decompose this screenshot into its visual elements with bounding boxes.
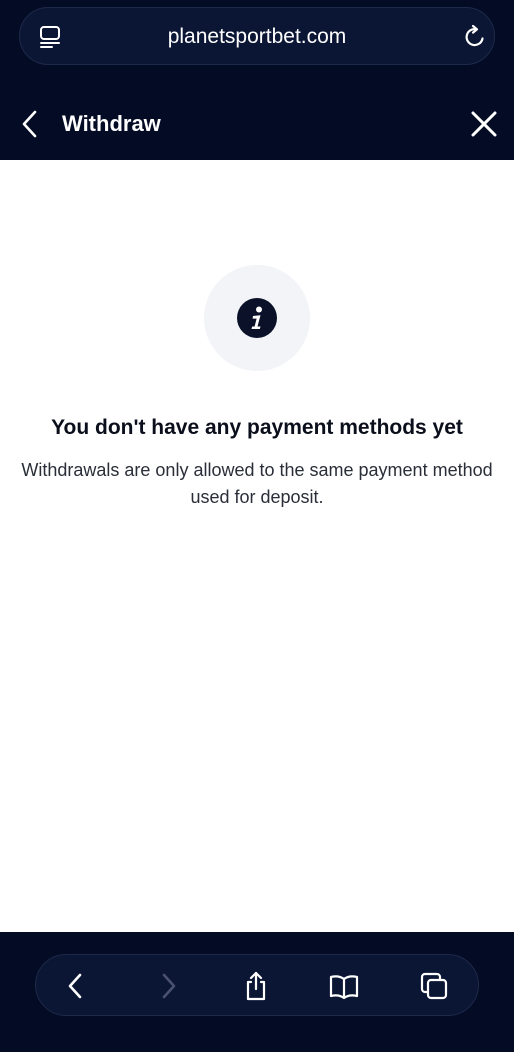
reload-icon[interactable] — [462, 24, 488, 50]
page-header: Withdraw — [0, 96, 514, 152]
browser-bottom-bar — [0, 932, 514, 1052]
info-badge — [204, 265, 310, 371]
browser-top-bar: planetsportbet.com Withdraw — [0, 0, 514, 160]
back-button[interactable] — [14, 108, 46, 140]
share-icon[interactable] — [240, 970, 272, 1002]
empty-state-title: You don't have any payment methods yet — [51, 416, 463, 439]
withdraw-content: You don't have any payment methods yet W… — [0, 160, 514, 932]
browser-toolbar — [35, 954, 479, 1016]
back-icon[interactable] — [60, 970, 92, 1002]
tabs-icon[interactable] — [418, 970, 450, 1002]
info-icon — [237, 298, 277, 338]
close-button[interactable] — [468, 108, 500, 140]
forward-icon[interactable] — [152, 970, 184, 1002]
bookmarks-icon[interactable] — [328, 970, 360, 1002]
url-text[interactable]: planetsportbet.com — [20, 8, 494, 66]
address-bar[interactable]: planetsportbet.com — [19, 7, 495, 65]
page-title: Withdraw — [62, 111, 161, 136]
empty-state-description: Withdrawals are only allowed to the same… — [21, 460, 493, 507]
